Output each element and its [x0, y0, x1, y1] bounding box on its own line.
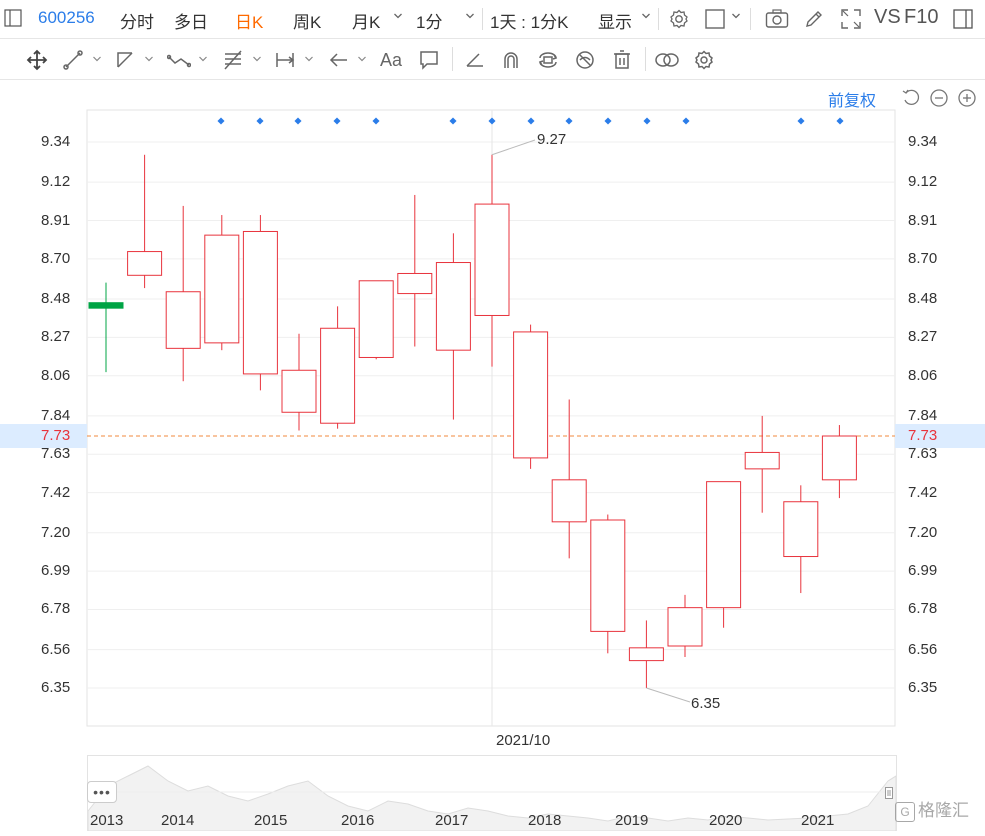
event-marker-icon	[217, 117, 225, 125]
x-axis-label: 2021/10	[496, 732, 551, 749]
candle-body	[127, 251, 163, 276]
nav-year: 2019	[615, 812, 649, 829]
current-price-badge-left: 7.73	[0, 424, 87, 448]
event-marker-icon	[797, 117, 805, 125]
candle-body	[435, 262, 471, 351]
candle-body	[242, 230, 278, 375]
min-price-label: 6.35	[691, 695, 720, 712]
nav-year: 2016	[341, 812, 375, 829]
candle-body	[320, 327, 356, 424]
event-marker-icon	[488, 117, 496, 125]
nav-year: 2020	[709, 812, 743, 829]
candle-body	[165, 291, 201, 349]
candle-body	[706, 481, 742, 609]
candlestick-chart[interactable]: 9.27 6.35	[0, 0, 985, 830]
candle-body	[281, 369, 317, 413]
candle-body	[590, 519, 626, 632]
candle-body	[821, 435, 857, 481]
candle-body	[474, 203, 510, 316]
watermark-text: 格隆汇	[918, 801, 969, 820]
candle-body	[397, 272, 433, 295]
candle-body	[513, 331, 549, 459]
nav-year: 2014	[161, 812, 195, 829]
watermark-logo: G 格隆汇	[895, 796, 969, 822]
event-marker-icon	[565, 117, 573, 125]
more-button[interactable]: •••	[87, 781, 117, 803]
min-leader	[646, 687, 691, 703]
nav-handle-icon[interactable]	[885, 786, 893, 799]
navigator-area	[87, 765, 897, 832]
event-marker-icon	[604, 117, 612, 125]
candle-body	[744, 451, 780, 470]
candle-body	[88, 302, 124, 309]
event-marker-icon	[527, 117, 535, 125]
current-price-label: 7.73	[908, 427, 938, 444]
current-price-badge-right: 7.73	[895, 424, 985, 448]
event-marker-icon	[256, 117, 264, 125]
candle-body	[667, 607, 703, 647]
plot-frame	[86, 109, 896, 727]
event-marker-icon	[643, 117, 651, 125]
max-price-label: 9.27	[537, 131, 566, 148]
event-marker-icon	[449, 117, 457, 125]
navigator[interactable]	[87, 755, 897, 832]
candle-body	[358, 280, 394, 358]
nav-year: 2017	[435, 812, 469, 829]
event-marker-icon	[682, 117, 690, 125]
candle-body	[551, 479, 587, 523]
nav-year: 2021	[801, 812, 835, 829]
event-marker-icon	[372, 117, 380, 125]
nav-year: 2018	[528, 812, 562, 829]
event-marker-icon	[333, 117, 341, 125]
nav-year: 2013	[90, 812, 124, 829]
event-marker-icon	[836, 117, 844, 125]
current-price-label: 7.73	[41, 427, 71, 444]
event-marker-icon	[294, 117, 302, 125]
candle-body	[628, 647, 664, 662]
nav-year: 2015	[254, 812, 288, 829]
candle-body	[204, 234, 240, 344]
candle-body	[783, 501, 819, 558]
